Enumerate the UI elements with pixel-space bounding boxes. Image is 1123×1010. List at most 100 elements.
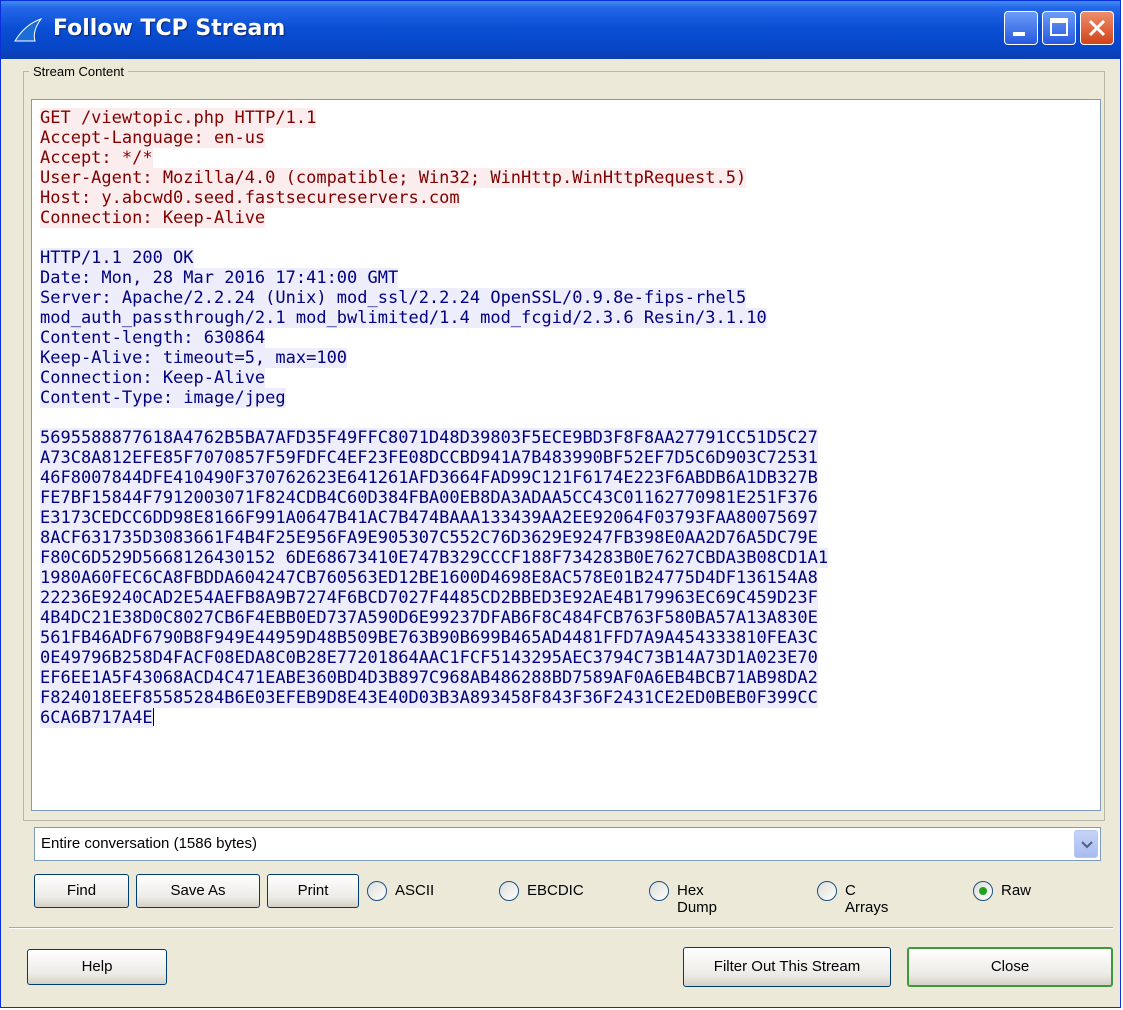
close-button[interactable]: Close [907,947,1113,987]
radio-label: C Arrays [845,882,889,916]
request-line: Accept-Language: en-us [40,128,1092,148]
request-line: User-Agent: Mozilla/4.0 (compatible; Win… [40,168,1092,188]
hex-line: 1980A60FEC6CA8FBDDA604247CB760563ED12BE1… [40,568,1092,588]
request-line: Connection: Keep-Alive [40,208,1092,228]
find-button[interactable]: Find [34,874,129,908]
filter-out-stream-button[interactable]: Filter Out This Stream [683,947,891,987]
wireshark-fin-icon [13,17,43,43]
hex-line: E3173CEDCC6DD98E8166F991A0647B41AC7B474B… [40,508,1092,528]
help-button[interactable]: Help [27,949,167,985]
response-line: Keep-Alive: timeout=5, max=100 [40,348,1092,368]
radio-selected-dot [979,887,987,895]
request-line: GET /viewtopic.php HTTP/1.1 [40,108,1092,128]
radio-button[interactable] [499,881,519,901]
minimize-button[interactable] [1004,11,1038,45]
hex-line: 4B4DC21E38D0C8027CB6F4EBB0ED737A590D6E99… [40,608,1092,628]
maximize-icon [1050,18,1068,36]
help-button-label: Help [81,958,113,975]
hex-line-text: 561FB46ADF6790B8F949E44959D48B509BE763B9… [40,628,818,648]
radio-label: ASCII [395,882,435,899]
hex-line: 5695588877618A4762B5BA7AFD35F49FFC8071D4… [40,428,1092,448]
radio-label: Hex Dump [677,882,718,916]
title-bar[interactable]: Follow TCP Stream [1,1,1120,59]
stream-content-label: Stream Content [29,64,129,79]
filter-out-stream-button-label: Filter Out This Stream [713,958,861,975]
response-line: Content-length: 630864 [40,328,1092,348]
request-line: Host: y.abcwd0.seed.fastsecureservers.co… [40,188,1092,208]
response-line: Date: Mon, 28 Mar 2016 17:41:00 GMT [40,268,1092,288]
divider [9,927,1113,929]
response-line: Content-Type: image/jpeg [40,388,1092,408]
hex-line-text: F824018EEF85585284B6E03EFEB9D8E43E40D03B… [40,688,818,708]
print-button[interactable]: Print [267,874,359,908]
hex-line: 22236E9240CAD2E54AEFB8A9B7274F6BCD7027F4… [40,588,1092,608]
hex-line: 46F8007844DFE410490F370762623E641261AFD3… [40,468,1092,488]
request-line-text: Host: y.abcwd0.seed.fastsecureservers.co… [40,188,460,208]
minimize-icon [1013,32,1025,36]
request-line-text: Accept-Language: en-us [40,128,266,148]
hex-line-text: 5695588877618A4762B5BA7AFD35F49FFC8071D4… [40,428,818,448]
response-line-text: Server: Apache/2.2.24 (Unix) mod_ssl/2.2… [40,288,747,308]
request-line-text: Accept: */* [40,148,153,168]
close-window-button[interactable] [1080,11,1114,45]
request-line-text: User-Agent: Mozilla/4.0 (compatible; Win… [40,168,747,188]
print-button-label: Print [297,882,329,899]
hex-line-text: 4B4DC21E38D0C8027CB6F4EBB0ED737A590D6E99… [40,608,818,628]
save-as-button-label: Save As [170,882,226,899]
hex-line: 8ACF631735D3083661F4B4F25E956FA9E905307C… [40,528,1092,548]
radio-label: EBCDIC [527,882,584,899]
save-as-button[interactable]: Save As [136,874,260,908]
response-line: HTTP/1.1 200 OK [40,248,1092,268]
hex-line: F80C6D529D5668126430152 6DE68673410E747B… [40,548,1092,568]
window-title: Follow TCP Stream [53,16,286,41]
text-cursor [152,708,154,726]
hex-line-text: 6CA6B717A4E [40,708,153,728]
radio-button[interactable] [817,881,837,901]
hex-line-text: FE7BF15844F7912003071F824CDB4C60D384FBA0… [40,488,818,508]
radio-button[interactable] [367,881,387,901]
response-line-text: Date: Mon, 28 Mar 2016 17:41:00 GMT [40,268,399,288]
hex-line-text: E3173CEDCC6DD98E8166F991A0647B41AC7B474B… [40,508,818,528]
radio-label: Raw [1001,882,1032,899]
hex-line-text: EF6EE1A5F43068ACD4C471EABE360BD4D3B897C9… [40,668,818,688]
hex-line: EF6EE1A5F43068ACD4C471EABE360BD4D3B897C9… [40,668,1092,688]
response-line-text: mod_auth_passthrough/2.1 mod_bwlimited/1… [40,308,767,328]
hex-line: 0E49796B258D4FACF08EDA8C0B28E77201864AAC… [40,648,1092,668]
radio-button[interactable] [649,881,669,901]
radio-button[interactable] [973,881,993,901]
find-button-label: Find [66,882,97,899]
maximize-button[interactable] [1042,11,1076,45]
hex-line-text: 22236E9240CAD2E54AEFB8A9B7274F6BCD7027F4… [40,588,818,608]
request-line: Accept: */* [40,148,1092,168]
response-line: Connection: Keep-Alive [40,368,1092,388]
chevron-down-icon [1081,841,1093,849]
stream-content-text[interactable]: GET /viewtopic.php HTTP/1.1 Accept-Langua… [31,99,1101,811]
response-line-text: Connection: Keep-Alive [40,368,266,388]
hex-line: FE7BF15844F7912003071F824CDB4C60D384FBA0… [40,488,1092,508]
conversation-select[interactable]: Entire conversation (1586 bytes) [34,827,1101,861]
hex-line-text: 46F8007844DFE410490F370762623E641261AFD3… [40,468,818,488]
close-icon [1088,19,1106,37]
hex-line-text: 8ACF631735D3083661F4B4F25E956FA9E905307C… [40,528,818,548]
hex-line-text: 1980A60FEC6CA8FBDDA604247CB760563ED12BE1… [40,568,818,588]
hex-line: 6CA6B717A4E [40,708,1092,728]
dropdown-button[interactable] [1074,830,1098,858]
hex-line: F824018EEF85585284B6E03EFEB9D8E43E40D03B… [40,688,1092,708]
request-line-text: Connection: Keep-Alive [40,208,266,228]
response-line: mod_auth_passthrough/2.1 mod_bwlimited/1… [40,308,1092,328]
hex-line: 561FB46ADF6790B8F949E44959D48B509BE763B9… [40,628,1092,648]
hex-line-text: A73C8A812EFE85F7070857F59FDFC4EF23FE08DC… [40,448,818,468]
response-line-text: Keep-Alive: timeout=5, max=100 [40,348,348,368]
response-line: Server: Apache/2.2.24 (Unix) mod_ssl/2.2… [40,288,1092,308]
response-line-text: Content-length: 630864 [40,328,266,348]
hex-line-text: 0E49796B258D4FACF08EDA8C0B28E77201864AAC… [40,648,818,668]
response-line-text: HTTP/1.1 200 OK [40,248,194,268]
close-button-label: Close [990,958,1030,975]
hex-line-text: F80C6D529D5668126430152 6DE68673410E747B… [40,548,829,568]
hex-line: A73C8A812EFE85F7070857F59FDFC4EF23FE08DC… [40,448,1092,468]
follow-tcp-stream-window: Follow TCP Stream Stream Content GET /vi… [0,0,1121,1008]
response-line-text: Content-Type: image/jpeg [40,388,286,408]
conversation-select-value: Entire conversation (1586 bytes) [41,835,257,852]
